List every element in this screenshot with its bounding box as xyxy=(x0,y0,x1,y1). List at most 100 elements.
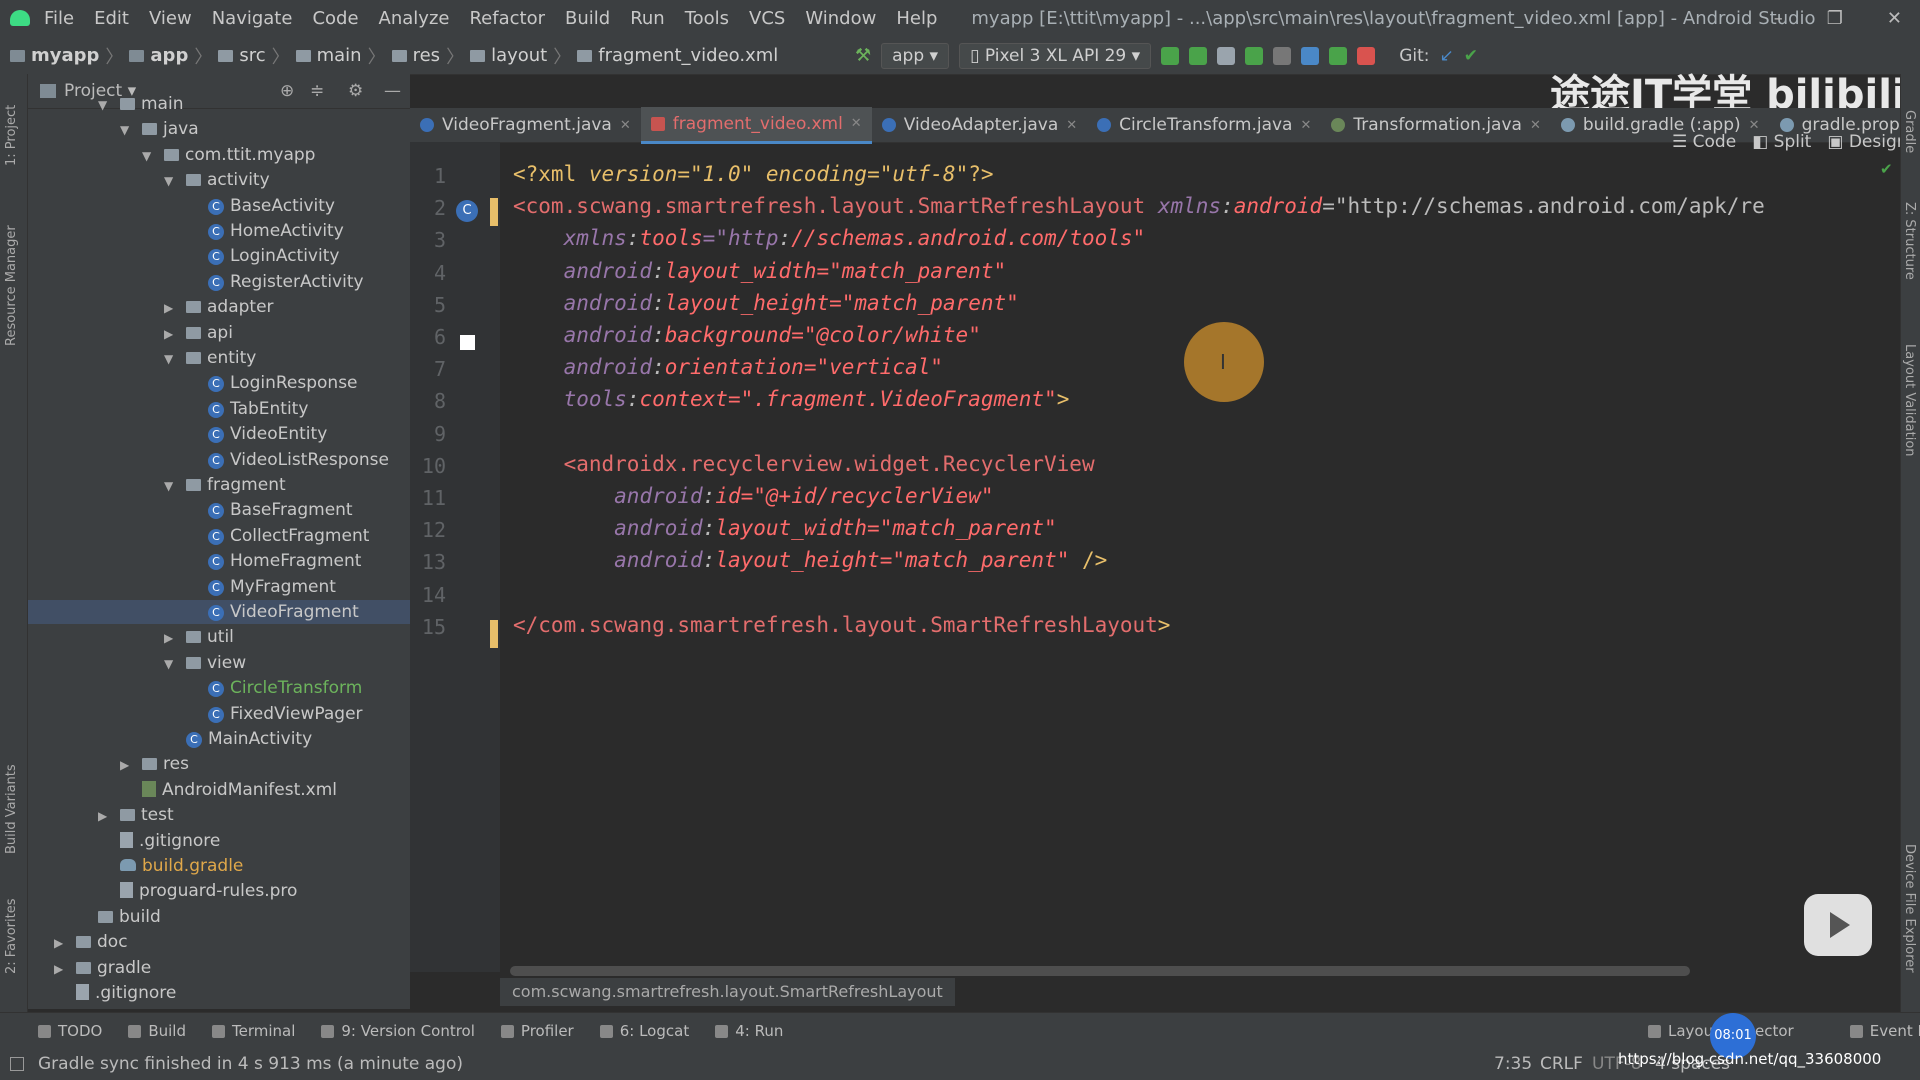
code-line[interactable]: android:layout_width="match_parent" xyxy=(513,259,1007,283)
device-dropdown[interactable]: ▯ Pixel 3 XL API 29 ▾ xyxy=(959,42,1152,69)
tree-item[interactable]: C VideoFragment xyxy=(28,600,410,624)
sync-icon[interactable] xyxy=(1217,46,1236,65)
color-swatch-white[interactable] xyxy=(460,335,475,350)
menu-item-tools[interactable]: Tools xyxy=(685,8,729,29)
split-view-button[interactable]: ◧ Split xyxy=(1752,132,1811,152)
close-tab-icon[interactable]: ✕ xyxy=(620,118,631,133)
chevron-down-icon[interactable]: ▼ xyxy=(164,169,178,193)
breadcrumb-item[interactable]: app xyxy=(129,45,188,66)
code-line[interactable]: android:id="@+id/recyclerView" xyxy=(513,484,993,508)
tree-item[interactable]: ▶ res xyxy=(28,752,410,776)
tree-item[interactable]: .gitignore xyxy=(28,829,410,853)
code-view-button[interactable]: ☰ Code xyxy=(1672,132,1736,152)
code-line[interactable]: tools:context=".fragment.VideoFragment"> xyxy=(513,387,1070,411)
run-config-dropdown[interactable]: app ▾ xyxy=(881,42,950,69)
code-line[interactable]: android:background="@color/white" xyxy=(513,323,981,347)
tool-window-4-run[interactable]: 4: Run xyxy=(715,1022,783,1040)
tab-circletransform-java[interactable]: CircleTransform.java ✕ xyxy=(1087,108,1321,142)
coverage-icon[interactable] xyxy=(1273,46,1292,65)
tree-item[interactable]: ▼ view xyxy=(28,651,410,675)
code-line[interactable]: <com.scwang.smartrefresh.layout.SmartRef… xyxy=(513,194,1765,218)
minimize-icon[interactable]: – xyxy=(1774,8,1783,29)
code-line[interactable]: <androidx.recyclerview.widget.RecyclerVi… xyxy=(513,452,1095,476)
tree-item[interactable]: ▼ main xyxy=(28,92,410,116)
breadcrumb-item[interactable]: main xyxy=(295,45,362,66)
attach-debugger-icon[interactable] xyxy=(1329,46,1348,65)
tree-item[interactable]: C RegisterActivity xyxy=(28,270,410,294)
tree-item[interactable]: AndroidManifest.xml xyxy=(28,778,410,802)
chevron-down-icon[interactable]: ▼ xyxy=(120,118,134,142)
close-tab-icon[interactable]: ✕ xyxy=(851,116,862,131)
chevron-right-icon[interactable]: ▶ xyxy=(120,753,134,777)
stripe-structure[interactable]: Z: Structure xyxy=(1902,202,1917,280)
tree-item[interactable]: proguard-rules.pro xyxy=(28,879,410,903)
tree-item[interactable]: ▶ test xyxy=(28,803,410,827)
chevron-right-icon[interactable]: ▶ xyxy=(54,931,68,955)
tree-item[interactable]: ▶ util xyxy=(28,625,410,649)
tree-item[interactable]: ▶ adapter xyxy=(28,295,410,319)
code-line[interactable]: <?xml version="1.0" encoding="utf-8"?> xyxy=(513,162,994,186)
line-separator[interactable]: CRLF xyxy=(1540,1054,1583,1074)
tree-item[interactable]: ▼ java xyxy=(28,117,410,141)
menu-item-file[interactable]: File xyxy=(44,8,74,29)
menu-item-window[interactable]: Window xyxy=(805,8,876,29)
stripe-project[interactable]: 1: Project xyxy=(4,105,19,166)
tree-item[interactable]: ▼ fragment xyxy=(28,473,410,497)
code-line[interactable]: android:layout_height="match_parent" /> xyxy=(513,548,1107,572)
close-tab-icon[interactable]: ✕ xyxy=(1530,118,1541,133)
git-commit-icon[interactable]: ✔ xyxy=(1464,46,1478,66)
tree-item[interactable]: ▶ gradle xyxy=(28,956,410,980)
tree-item[interactable]: ▼ activity xyxy=(28,168,410,192)
tool-window-terminal[interactable]: Terminal xyxy=(211,1022,295,1040)
menu-item-help[interactable]: Help xyxy=(896,8,937,29)
tool-window-6-logcat[interactable]: 6: Logcat xyxy=(599,1022,689,1040)
breadcrumb-item[interactable]: res xyxy=(391,45,440,66)
tool-window-build[interactable]: Build xyxy=(128,1022,186,1040)
tree-item[interactable]: C CollectFragment xyxy=(28,524,410,548)
tab-fragment-video-xml[interactable]: fragment_video.xml ✕ xyxy=(640,106,872,144)
menu-item-refactor[interactable]: Refactor xyxy=(469,8,545,29)
chevron-down-icon[interactable]: ▼ xyxy=(164,347,178,371)
design-view-button[interactable]: ▣ Design xyxy=(1827,132,1907,152)
tree-item[interactable]: ▼ com.ttit.myapp xyxy=(28,143,410,167)
event-log-button[interactable]: Event Log xyxy=(1849,1022,1920,1040)
tree-item[interactable]: C MainActivity xyxy=(28,727,410,751)
tree-item[interactable]: C TabEntity xyxy=(28,397,410,421)
chevron-right-icon[interactable]: ▶ xyxy=(164,322,178,346)
hammer-build-icon[interactable]: ⚒ xyxy=(855,45,871,66)
stripe-favorites[interactable]: 2: Favorites xyxy=(4,898,19,974)
tool-window-9-version-control[interactable]: 9: Version Control xyxy=(321,1022,475,1040)
breadcrumb-item[interactable]: myapp xyxy=(10,45,99,66)
tree-item[interactable]: C VideoListResponse xyxy=(28,448,410,472)
caret-position[interactable]: 7:35 xyxy=(1494,1054,1532,1074)
git-update-icon[interactable]: ↙ xyxy=(1439,46,1453,66)
chevron-right-icon[interactable]: ▶ xyxy=(164,296,178,320)
menu-item-vcs[interactable]: VCS xyxy=(749,8,785,29)
tool-window-todo[interactable]: TODO xyxy=(38,1022,102,1040)
code-line[interactable]: </com.scwang.smartrefresh.layout.SmartRe… xyxy=(513,613,1170,637)
code-line[interactable]: android:layout_width="match_parent" xyxy=(513,516,1057,540)
xml-breadcrumb[interactable]: com.scwang.smartrefresh.layout.SmartRefr… xyxy=(500,978,955,1006)
tree-item[interactable]: ▼ entity xyxy=(28,346,410,370)
menu-item-view[interactable]: View xyxy=(149,8,192,29)
stripe-layout-validation[interactable]: Layout Validation xyxy=(1902,344,1917,457)
tree-item[interactable]: ▶ doc xyxy=(28,930,410,954)
chevron-right-icon[interactable]: ▶ xyxy=(54,957,68,981)
code-line[interactable]: xmlns:tools="http://schemas.android.com/… xyxy=(513,226,1146,250)
code-line[interactable]: android:orientation="vertical" xyxy=(513,355,943,379)
chevron-down-icon[interactable]: ▼ xyxy=(164,652,178,676)
tree-item[interactable]: C FixedViewPager xyxy=(28,702,410,726)
close-tab-icon[interactable]: ✕ xyxy=(1300,118,1311,133)
tab-videofragment-java[interactable]: VideoFragment.java ✕ xyxy=(410,108,641,142)
profile-icon[interactable] xyxy=(1301,46,1320,65)
tree-item[interactable]: C HomeFragment xyxy=(28,549,410,573)
tree-item[interactable]: C HomeActivity xyxy=(28,219,410,243)
tab-transformation-java[interactable]: Transformation.java ✕ xyxy=(1321,108,1550,142)
menu-item-navigate[interactable]: Navigate xyxy=(212,8,293,29)
chevron-down-icon[interactable]: ▼ xyxy=(98,93,112,117)
code-line[interactable]: android:layout_height="match_parent" xyxy=(513,291,1019,315)
menu-item-code[interactable]: Code xyxy=(312,8,358,29)
tree-item[interactable]: .gitignore xyxy=(28,981,410,1005)
menu-item-analyze[interactable]: Analyze xyxy=(379,8,450,29)
stripe-device-file-explorer[interactable]: Device File Explorer xyxy=(1902,844,1917,973)
